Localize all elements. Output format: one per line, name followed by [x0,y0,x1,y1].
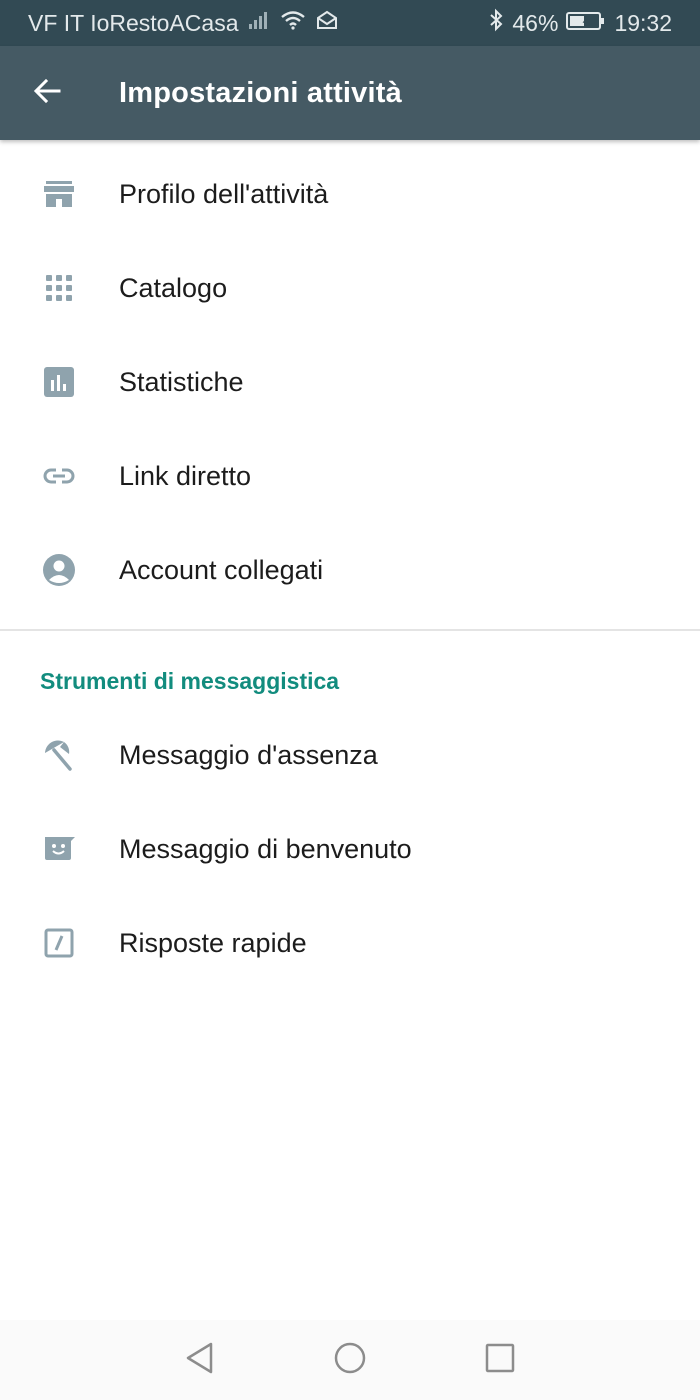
list-item-label: Messaggio d'assenza [119,739,378,770]
mail-notification-icon [315,9,339,37]
wifi-icon [279,9,307,37]
list-item-label: Profilo dell'attività [119,178,329,209]
battery-icon [566,10,606,37]
nav-home-button[interactable] [310,1320,390,1400]
circle-home-icon [333,1341,367,1380]
nav-back-button[interactable] [160,1320,240,1400]
list-item-business-profile[interactable]: Profilo dell'attività [0,147,700,241]
list-item-label: Risposte rapide [119,927,307,958]
list-item-label: Statistiche [119,366,244,397]
section-header-messaging-tools: Strumenti di messaggistica [40,668,340,694]
bluetooth-icon [488,8,504,38]
smiley-message-icon [41,831,77,867]
triangle-back-icon [184,1341,216,1380]
link-icon [41,458,77,494]
list-item-label: Messaggio di benvenuto [119,833,412,864]
square-recents-icon [484,1342,516,1379]
list-item-away-message[interactable]: Messaggio d'assenza [0,708,700,802]
bar-chart-icon [41,364,77,400]
list-item-label: Catalogo [119,272,228,303]
list-item-direct-link[interactable]: Link diretto [0,429,700,523]
beach-umbrella-icon [41,737,77,773]
account-circle-icon [41,552,77,588]
app-bar: Impostazioni attività [0,46,700,140]
navigation-bar [0,1320,700,1400]
quick-reply-icon [41,925,77,961]
list-item-linked-accounts[interactable]: Account collegati [0,523,700,617]
list-item-greeting-message[interactable]: Messaggio di benvenuto [0,802,700,896]
list-item-statistics[interactable]: Statistiche [0,335,700,429]
list-item-quick-replies[interactable]: Risposte rapide [0,896,700,990]
arrow-back-icon [32,76,62,111]
store-icon [41,176,77,212]
messaging-tools-list: Messaggio d'assenza Messaggio di benvenu… [0,708,700,990]
section-divider [0,629,700,631]
back-button[interactable] [17,63,77,123]
list-item-label: Account collegati [119,554,324,585]
clock: 19:32 [614,9,672,36]
list-item-catalog[interactable]: Catalogo [0,241,700,335]
nav-recents-button[interactable] [460,1320,540,1400]
grid-icon [41,270,77,306]
signal-icon [247,9,271,37]
business-settings-list: Profilo dell'attività Catalogo Statistic… [0,147,700,617]
battery-percent: 46% [512,9,559,36]
page-title: Impostazioni attività [119,76,402,109]
carrier-name: VF IT IoRestoACasa [28,9,239,36]
list-item-label: Link diretto [119,460,252,491]
status-bar: VF IT IoRestoACasa 46% 19:32 [0,0,700,46]
